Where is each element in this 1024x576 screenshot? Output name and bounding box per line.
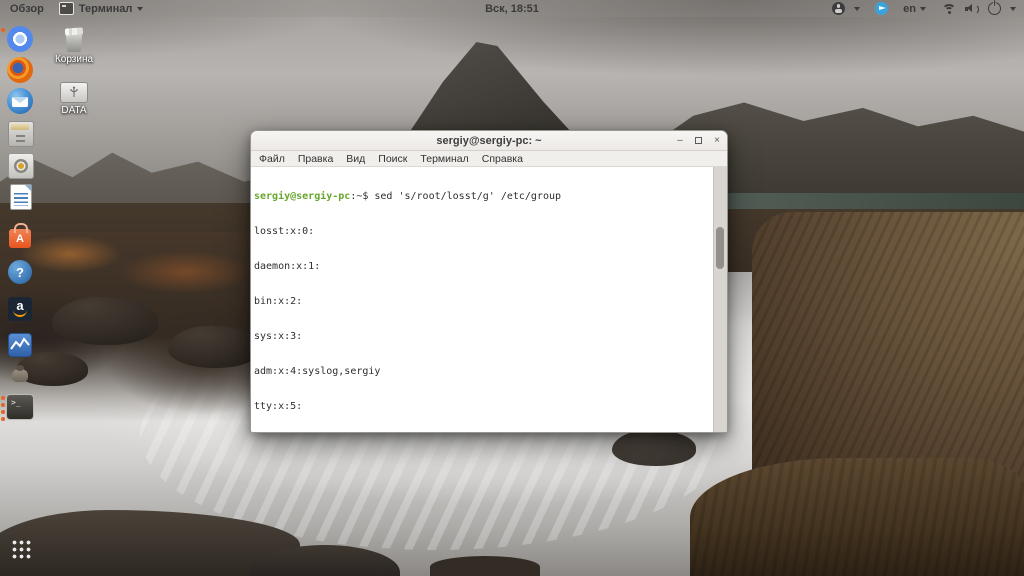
terminal-icon: >_: [6, 394, 34, 420]
terminal-content[interactable]: sergiy@sergiy-pc:~$ sed 's/root/losst/g' …: [251, 167, 727, 433]
chevron-down-icon: [920, 7, 926, 11]
terminal-output-line: adm:x:4:syslog,sergiy: [254, 366, 711, 378]
envelope-flap: [12, 97, 28, 103]
wifi-icon[interactable]: [942, 3, 956, 15]
running-indicator-dot: [1, 28, 5, 32]
menu-view[interactable]: Вид: [346, 153, 365, 165]
dock: A ? a >_: [0, 0, 42, 576]
dock-item-firefox[interactable]: [6, 56, 34, 84]
app-menu-button[interactable]: Терминал: [59, 2, 144, 15]
menu-search[interactable]: Поиск: [378, 153, 407, 165]
usb-drive-icon: [60, 82, 88, 103]
help-icon: ?: [8, 260, 32, 284]
dock-item-amazon[interactable]: a: [6, 295, 34, 323]
desktop-icon-data-drive[interactable]: DATA: [50, 78, 98, 116]
menu-bar: Файл Правка Вид Поиск Терминал Справка: [251, 151, 727, 167]
maximize-button[interactable]: [695, 137, 702, 144]
terminal-output-line: tty:x:5:: [254, 401, 711, 413]
menu-help[interactable]: Справка: [482, 153, 523, 165]
window-title: sergiy@sergiy-pc: ~: [436, 135, 541, 147]
show-applications-button[interactable]: [6, 538, 34, 566]
desktop: Обзор Терминал Вск, 18:51 en К: [0, 0, 1024, 576]
dock-item-thunderbird[interactable]: [6, 87, 34, 115]
system-monitor-icon: [8, 333, 32, 357]
terminal-command: sed 's/root/losst/g' /etc/group: [374, 191, 561, 202]
desktop-icon-label: Корзина: [55, 54, 93, 65]
dock-item-system-monitor[interactable]: [6, 331, 34, 359]
speaker-icon: [8, 153, 34, 179]
robot-icon: [12, 369, 28, 382]
window-titlebar[interactable]: sergiy@sergiy-pc: ~ – ×: [251, 131, 727, 151]
running-indicator-dot: [1, 417, 5, 421]
chevron-down-icon: [137, 7, 143, 11]
dock-item-help[interactable]: ?: [6, 258, 34, 286]
running-indicator-dot: [1, 410, 5, 414]
file-cabinet-icon: [8, 121, 34, 147]
desktop-icon-label: DATA: [61, 105, 86, 116]
dock-item-chromium[interactable]: [6, 25, 34, 53]
dock-item-libreoffice-writer[interactable]: [6, 182, 34, 210]
wallpaper-bottom-rocks: [430, 556, 540, 576]
running-indicator-dot: [1, 396, 5, 400]
dock-item-robot-app[interactable]: [6, 367, 34, 395]
chromium-icon: [7, 26, 33, 52]
power-icon[interactable]: [988, 2, 1001, 15]
terminal-output-line: losst:x:0:: [254, 226, 711, 238]
terminal-output-line: bin:x:2:: [254, 296, 711, 308]
wallpaper-lake: [676, 193, 1024, 209]
software-bag-icon: A: [9, 229, 31, 248]
trash-icon: [62, 28, 86, 52]
terminal-prompt-line: sergiy@sergiy-pc:~$ sed 's/root/losst/g' …: [254, 191, 711, 203]
minimize-button[interactable]: –: [675, 136, 685, 146]
dock-item-rhythmbox[interactable]: [6, 151, 34, 179]
window-controls: – ×: [675, 131, 722, 150]
accessibility-icon[interactable]: [832, 2, 845, 15]
amazon-icon: a: [8, 297, 32, 321]
desktop-icon-trash[interactable]: Корзина: [50, 28, 98, 65]
wallpaper-rock: [612, 430, 696, 466]
app-menu-label: Терминал: [79, 3, 133, 15]
keyboard-layout-label: en: [903, 3, 916, 15]
menu-terminal[interactable]: Терминал: [420, 153, 468, 165]
document-icon: [10, 184, 32, 210]
keyboard-layout-button[interactable]: en: [903, 3, 926, 15]
telegram-icon[interactable]: [875, 2, 888, 15]
volume-icon[interactable]: [965, 3, 979, 15]
scrollbar[interactable]: [713, 167, 727, 433]
top-panel: Обзор Терминал Вск, 18:51 en: [0, 0, 1024, 17]
terminal-window-icon: [59, 2, 74, 15]
firefox-icon: [7, 57, 33, 83]
activities-button[interactable]: Обзор: [10, 3, 44, 15]
terminal-output-line: sys:x:3:: [254, 331, 711, 343]
menu-file[interactable]: Файл: [259, 153, 285, 165]
wallpaper-rock: [52, 297, 158, 345]
dock-item-file-manager[interactable]: [6, 119, 34, 147]
running-indicator-dot: [1, 403, 5, 407]
apps-grid-icon: [10, 538, 31, 559]
prompt-path: :~$: [350, 191, 368, 202]
dock-item-terminal[interactable]: >_: [6, 394, 34, 422]
prompt-user: sergiy@sergiy-pc: [254, 191, 350, 202]
scrollbar-thumb[interactable]: [716, 227, 724, 269]
chevron-down-icon: [1010, 7, 1016, 11]
close-button[interactable]: ×: [712, 136, 722, 146]
menu-edit[interactable]: Правка: [298, 153, 333, 165]
wallpaper-rock: [168, 326, 260, 368]
usb-glyph: [69, 86, 79, 99]
wallpaper-bottom-rocks-right: [690, 458, 1024, 576]
terminal-output-line: daemon:x:1:: [254, 261, 711, 273]
chevron-down-icon: [854, 7, 860, 11]
dock-item-ubuntu-software[interactable]: A: [6, 223, 34, 251]
terminal-window: sergiy@sergiy-pc: ~ – × Файл Правка Вид …: [250, 130, 728, 433]
